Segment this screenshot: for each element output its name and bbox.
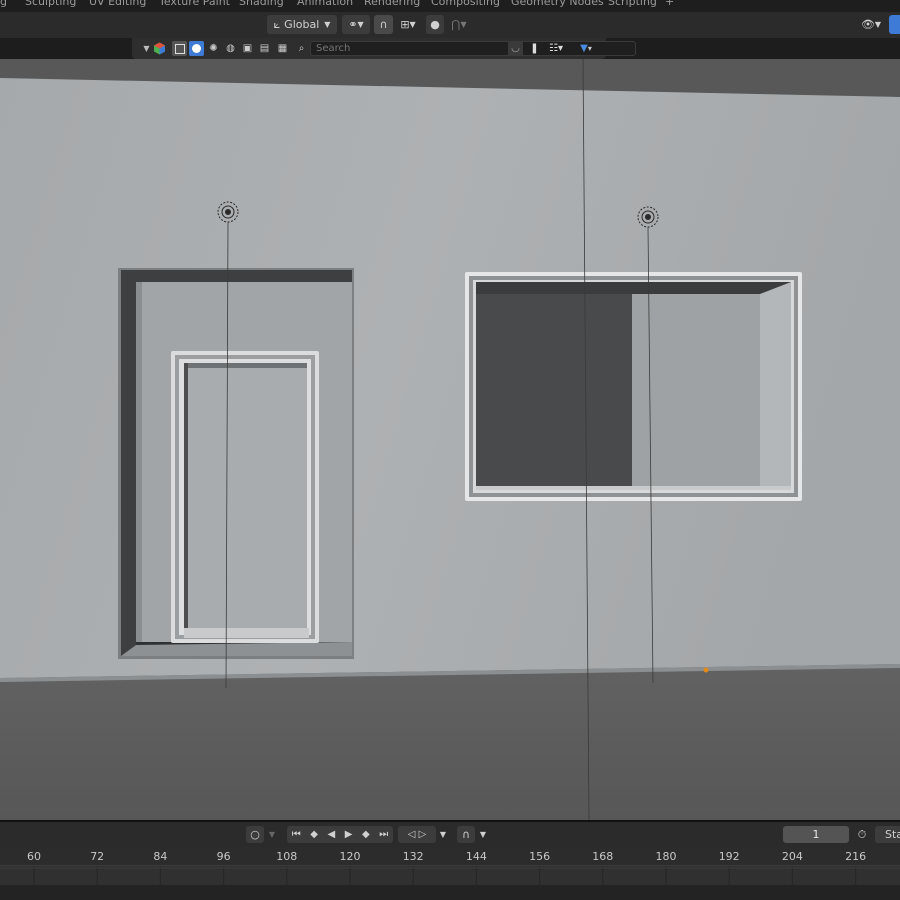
chevron-down-icon[interactable]: ▼ <box>266 826 278 843</box>
window-opening <box>465 272 802 501</box>
start-frame-field[interactable]: Sta <box>875 826 900 843</box>
proportional-edit-icon: ● <box>430 18 440 31</box>
pivot-point-dropdown[interactable]: ⚭ ▼ <box>342 15 370 34</box>
chevron-down-icon: ▼ <box>357 20 364 29</box>
snap-toggle[interactable]: ∩ <box>374 15 393 34</box>
workspace-tab-shading[interactable]: Shading <box>239 0 284 8</box>
orientation-axis-icon: ⟀ <box>273 17 281 31</box>
transform-orientation-dropdown[interactable]: ⟀ Global ▼ <box>267 15 337 34</box>
render-filter-icon[interactable]: ▤ <box>257 41 272 56</box>
object-filter-icon[interactable] <box>172 41 187 56</box>
eye-icon: 👁 <box>860 18 875 31</box>
light-filter-icon[interactable]: ✺ <box>206 41 221 56</box>
workspace-tab-sculpting[interactable]: Sculpting <box>25 0 76 8</box>
viewport-scene <box>0 59 900 820</box>
track-grid <box>0 866 900 886</box>
bookmark-icon[interactable]: ❚ <box>527 41 542 56</box>
link-icon: ⚭ <box>348 18 358 31</box>
playback-controls: ⏮ ◆ ◀ ▶ ◆ ⏭ <box>287 826 393 843</box>
timeline-ruler[interactable]: 60 72 84 96 108 120 132 144 156 168 180 192 204 216 <box>0 847 900 865</box>
current-frame-field[interactable]: 1 <box>783 826 849 843</box>
chevron-down-icon: ▼ <box>409 20 416 29</box>
data-filter-icon[interactable]: ▦ <box>275 41 290 56</box>
origin-point <box>703 667 709 673</box>
workspace-tab-scripting[interactable]: Scripting <box>608 0 657 8</box>
world-filter-icon[interactable]: ◍ <box>223 41 238 56</box>
auto-keying-toggle[interactable]: ∩ <box>457 826 475 843</box>
start-frame-label: Sta <box>885 828 900 841</box>
visibility-dropdown[interactable]: 👁 ▼ <box>856 15 886 34</box>
workspace-tab-geometry-nodes[interactable]: Geometry Nodes <box>511 0 604 8</box>
proportional-edit-toggle[interactable]: ● <box>426 15 444 34</box>
falloff-curve-icon: ⋂ <box>451 18 461 31</box>
ruler-tick-label: 108 <box>276 850 298 863</box>
workspace-tab-rendering[interactable]: Rendering <box>364 0 420 8</box>
ruler-tick-label: 84 <box>153 850 168 863</box>
magnet-icon: ∩ <box>379 18 388 31</box>
workspace-tab-g[interactable]: g <box>0 0 7 8</box>
play-reverse-icon[interactable]: ◀ <box>328 829 336 840</box>
next-keyframe-icon[interactable]: ◆ <box>362 829 370 840</box>
door-opening <box>118 268 354 659</box>
snap-increment-icon: ⊞ <box>400 18 410 31</box>
floor-plane <box>0 664 900 820</box>
ruler-tick-label: 60 <box>27 850 41 863</box>
display-mode-dropdown[interactable]: ☷▾ <box>543 41 569 56</box>
jump-start-icon[interactable]: ⏮ <box>292 829 301 840</box>
gizmo-toggle[interactable] <box>889 15 900 34</box>
match-case-icon[interactable]: ◡ <box>508 41 523 56</box>
search-icon: ⌕ <box>298 43 305 54</box>
jump-end-icon[interactable]: ⏭ <box>379 829 388 840</box>
scene-icon[interactable] <box>152 41 167 56</box>
mesh-filter-icon[interactable] <box>189 41 204 56</box>
chevron-down-icon[interactable]: ▼ <box>437 826 449 843</box>
chevron-down-icon: ▼ <box>324 20 331 29</box>
ruler-tick-label: 180 <box>655 850 677 863</box>
orientation-label: Global <box>284 18 320 31</box>
timeline-track[interactable] <box>0 865 900 886</box>
workspace-tab-uv-editing[interactable]: UV Editing <box>89 0 146 8</box>
3d-viewport[interactable] <box>0 59 900 820</box>
next-jump-icon: ▷ <box>418 829 427 840</box>
record-keyframe-button[interactable]: ○ <box>246 826 264 843</box>
ruler-tick-label: 204 <box>781 850 803 863</box>
workspace-tabs-bar: g Sculpting UV Editing Texture Paint Shading… <box>0 0 900 12</box>
filter-bar: ▼ ✺ ◍ ▣ ▤ ▦ ⌕ ◡ ❚ ☷▾ ▼▾ <box>132 38 636 59</box>
proportional-falloff-dropdown[interactable]: ⋂ ▼ <box>446 15 472 34</box>
ruler-tick-label: 168 <box>592 850 614 863</box>
ruler-tick-label: 132 <box>402 850 424 863</box>
filter-icon[interactable]: ▼ ▾ <box>572 41 600 56</box>
workspace-tab-animation[interactable]: Animation <box>297 0 353 8</box>
ruler-tick-label: 120 <box>339 850 361 863</box>
chevron-down-icon: ▼ <box>460 20 467 29</box>
workspace-tab-compositing[interactable]: Compositing <box>431 0 500 8</box>
record-icon: ○ <box>250 828 260 841</box>
magnet-icon: ∩ <box>461 828 471 841</box>
snap-target-dropdown[interactable]: ⊞ ▼ <box>394 15 422 34</box>
ruler-tick-label: 192 <box>718 850 740 863</box>
add-workspace-button[interactable]: + <box>665 0 674 8</box>
ruler-tick-label: 72 <box>90 850 105 863</box>
chevron-down-icon: ▼ <box>874 20 882 29</box>
keyframe-jump-buttons[interactable]: ◁ ▷ <box>398 826 436 843</box>
prev-jump-icon: ◁ <box>407 829 416 840</box>
ruler-tick-label: 96 <box>216 850 231 863</box>
chevron-down-icon[interactable]: ▼ <box>477 826 489 843</box>
play-icon[interactable]: ▶ <box>345 829 353 840</box>
ruler-tick-label: 144 <box>465 850 487 863</box>
ruler-tick-label: 216 <box>845 850 867 863</box>
viewport-header: ⟀ Global ▼ ⚭ ▼ ∩ ⊞ ▼ ● ⋂ ▼ 👁 ▼ <box>0 12 900 38</box>
ruler-tick-label: 156 <box>529 850 551 863</box>
status-bar <box>0 885 900 900</box>
timeline-header: ○ ▼ ⏮ ◆ ◀ ▶ ◆ ⏭ ◁ ▷ ▼ ∩ ▼ 1 ⏱ Sta <box>0 820 900 847</box>
prev-keyframe-icon[interactable]: ◆ <box>310 829 318 840</box>
camera-filter-icon[interactable]: ▣ <box>240 41 255 56</box>
stopwatch-icon[interactable]: ⏱ <box>853 826 871 843</box>
workspace-tab-texture-paint[interactable]: Texture Paint <box>159 0 230 8</box>
